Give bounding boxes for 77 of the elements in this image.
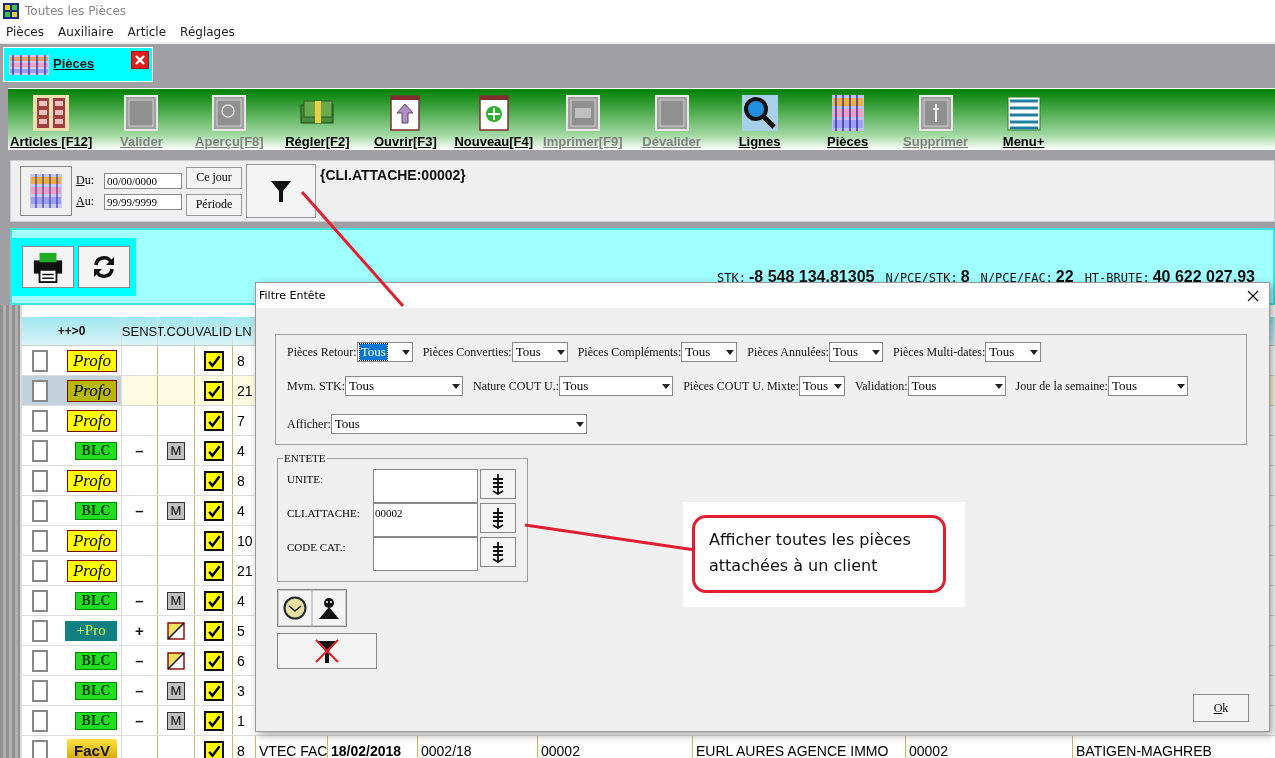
sens-sign: – — [135, 652, 144, 669]
filter-label: Mvm. STK: — [287, 378, 345, 394]
sens-sign: – — [135, 712, 144, 729]
filter-label: Pièces Multi-dates: — [892, 344, 986, 360]
table-cell: EURL AURES AGENCE IMMO — [696, 742, 889, 758]
table-cell: 8 — [237, 472, 245, 489]
group-legend: ENTETE — [283, 452, 327, 464]
sens-sign: – — [135, 592, 144, 609]
cost-type-label: M — [167, 711, 185, 730]
type-badge: BLC — [75, 441, 117, 460]
table-cell: 4 — [237, 592, 245, 609]
filter-label: Pièces Annulées: — [747, 344, 829, 360]
table-cell: 1 — [237, 712, 245, 729]
table-cell: 8 — [237, 742, 245, 758]
type-badge: BLC — [75, 681, 117, 700]
stat-label: N/PCE/STK: — [885, 270, 958, 285]
cost-type-label: M — [167, 591, 185, 610]
type-badge: Profo — [67, 559, 117, 582]
table-cell: 5 — [237, 622, 245, 639]
filter-label: Jour de la semaine: — [1015, 378, 1108, 394]
dialog-title: Filtre Entête — [259, 289, 326, 302]
field-label: CLI.ATTACHE: — [287, 507, 361, 519]
type-badge: BLC — [75, 591, 117, 610]
table-cell: 4 — [237, 442, 245, 459]
table-cell: 10 — [237, 532, 253, 549]
window-title: Toutes les Pièces — [25, 4, 127, 18]
stat-label: N/PCE/FAC: — [980, 270, 1053, 285]
filter-label: Validation: — [854, 378, 908, 394]
stat-value: 40 622 027,93 — [1152, 267, 1255, 286]
sens-sign: – — [135, 502, 144, 519]
table-cell: BATIGEN-MAGHREB — [1076, 742, 1212, 758]
table-cell: 21 — [237, 562, 253, 579]
from-label: Du: — [76, 173, 95, 188]
type-badge: BLC — [75, 651, 117, 670]
type-badge: Profo — [67, 469, 117, 492]
filter-label: Pièces Retour: — [287, 344, 357, 360]
filter-label: Nature COUT U.: — [473, 378, 560, 394]
stat-value: -8 548 134,81305 — [749, 267, 875, 286]
sens-sign: + — [135, 622, 144, 639]
stat-label: HT-BRUTE: — [1084, 270, 1150, 285]
field-label: UNITE: — [287, 473, 325, 485]
type-badge: Profo — [67, 379, 117, 402]
stat-label: STK: — [717, 270, 746, 285]
table-cell: 4 — [237, 502, 245, 519]
filter-label: Pièces COUT U. Mixte: — [683, 378, 799, 394]
filter-label: Pièces Converties: — [422, 344, 512, 360]
table-cell: 7 — [237, 412, 245, 429]
type-badge: BLC — [75, 711, 117, 730]
table-cell: 3 — [237, 682, 245, 699]
sens-sign: – — [135, 442, 144, 459]
type-badge: Profo — [67, 349, 117, 372]
filter-label: Afficher: — [287, 416, 331, 432]
type-badge: FacV — [67, 738, 117, 758]
cost-type-label: M — [167, 501, 185, 520]
type-badge: +Pro — [65, 620, 117, 641]
table-cell: 18/02/2018 — [331, 742, 402, 758]
filter-label: Pièces Compléments: — [577, 344, 682, 360]
cost-type-label: M — [167, 441, 185, 460]
type-badge: Profo — [67, 409, 117, 432]
field-label: CODE CAT.: — [287, 541, 347, 553]
to-label: Au: — [76, 194, 95, 209]
table-cell: 0002/18 — [421, 742, 472, 758]
stat-value: 22 — [1055, 267, 1074, 286]
callout-text: Afficher toutes les pièces attachées à un client — [709, 530, 911, 575]
tab-label: Pièces — [53, 56, 95, 71]
table-cell: 6 — [237, 652, 245, 669]
table-cell: 8 — [237, 352, 245, 369]
table-cell: 00002 — [541, 742, 580, 758]
type-badge: BLC — [75, 501, 117, 520]
stat-value: 8 — [960, 267, 970, 286]
cost-type-label: M — [167, 681, 185, 700]
table-cell: 21 — [237, 382, 253, 399]
table-cell: 00002 — [909, 742, 948, 758]
filter-text: {CLI.ATTACHE:00002} — [320, 167, 466, 183]
table-cell: VTEC FAC — [259, 742, 328, 758]
sens-sign: – — [135, 682, 144, 699]
type-badge: Profo — [67, 529, 117, 552]
